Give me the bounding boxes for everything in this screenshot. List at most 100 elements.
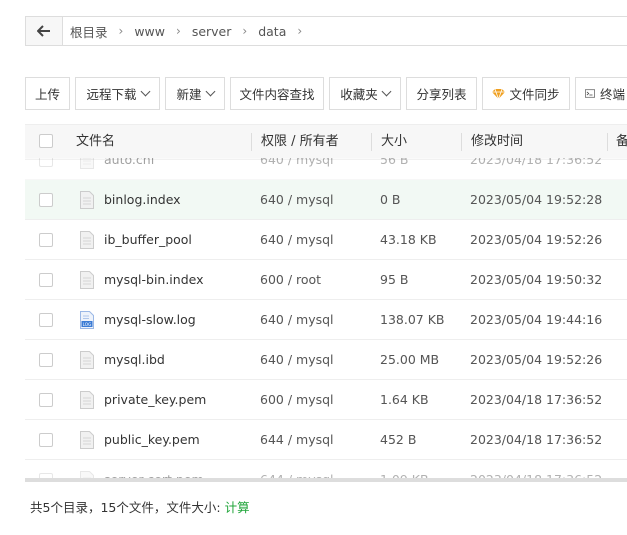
- remote-download-button[interactable]: 远程下载: [75, 77, 160, 110]
- file-modified-time: 2023/05/04 19:52:26: [470, 232, 603, 247]
- remote-download-label: 远程下载: [86, 87, 137, 102]
- column-header-permission[interactable]: 权限 / 所有者: [261, 125, 339, 159]
- file-name[interactable]: mysql-bin.index: [104, 260, 204, 300]
- row-checkbox[interactable]: [39, 233, 53, 247]
- back-button[interactable]: [26, 17, 63, 45]
- file-icon: [80, 231, 94, 249]
- file-name[interactable]: private_key.pem: [104, 380, 206, 420]
- file-modified-time: 2023/05/04 19:52:28: [470, 192, 603, 207]
- column-divider: [607, 133, 608, 151]
- table-row[interactable]: ib_buffer_pool 640 / mysql 43.18 KB 2023…: [25, 220, 627, 260]
- column-header-name[interactable]: 文件名: [76, 125, 115, 159]
- row-checkbox[interactable]: [39, 158, 53, 167]
- file-sync-button[interactable]: 文件同步: [482, 77, 570, 110]
- breadcrumb-root[interactable]: 根目录: [68, 22, 110, 41]
- table-row[interactable]: binlog.index 640 / mysql 0 B 2023/05/04 …: [25, 180, 627, 220]
- file-size: 25.00 MB: [380, 352, 440, 367]
- file-size: 138.07 KB: [380, 312, 445, 327]
- terminal-button[interactable]: 终端: [575, 77, 627, 110]
- file-name[interactable]: mysql.ibd: [104, 340, 165, 380]
- table-row[interactable]: mysql-bin.index 600 / root 95 B 2023/05/…: [25, 260, 627, 300]
- file-permission[interactable]: 640 / mysql: [260, 220, 334, 260]
- row-checkbox[interactable]: [39, 273, 53, 287]
- chevron-right-icon: ›: [176, 24, 181, 38]
- breadcrumb-server[interactable]: server: [190, 24, 234, 39]
- chevron-down-icon: [205, 86, 215, 97]
- file-name[interactable]: binlog.index: [104, 180, 181, 220]
- file-permission[interactable]: 644 / mysql: [260, 420, 334, 460]
- horizontal-scrollbar[interactable]: [25, 478, 627, 482]
- file-icon: [80, 391, 94, 409]
- file-modified-time: 2023/05/04 19:44:16: [470, 312, 603, 327]
- file-name[interactable]: mysql-slow.log: [104, 300, 196, 340]
- file-icon: [80, 351, 94, 369]
- row-checkbox[interactable]: [39, 433, 53, 447]
- table-row[interactable]: public_key.pem 644 / mysql 452 B 2023/04…: [25, 420, 627, 460]
- diamond-icon: [492, 88, 506, 99]
- calculate-size-link[interactable]: 计算: [225, 500, 250, 515]
- favorites-label: 收藏夹: [340, 87, 378, 102]
- file-size: 56 B: [380, 158, 409, 167]
- file-name[interactable]: public_key.pem: [104, 420, 200, 460]
- upload-label: 上传: [35, 87, 61, 102]
- chevron-down-icon: [381, 86, 392, 97]
- file-size: 0 B: [380, 192, 401, 207]
- table-row[interactable]: private_key.pem 600 / mysql 1.64 KB 2023…: [25, 380, 627, 420]
- column-header-modified[interactable]: 修改时间: [471, 125, 523, 159]
- favorites-button[interactable]: 收藏夹: [329, 77, 401, 110]
- file-permission[interactable]: 640 / mysql: [260, 158, 334, 180]
- file-permission[interactable]: 600 / mysql: [260, 380, 334, 420]
- chevron-right-icon: ›: [118, 24, 124, 38]
- new-button[interactable]: 新建: [165, 77, 225, 110]
- file-size: 452 B: [380, 432, 417, 447]
- upload-button[interactable]: 上传: [25, 77, 70, 110]
- file-modified-time: 2023/04/18 17:36:52: [470, 432, 603, 447]
- share-list-label: 分享列表: [416, 87, 467, 102]
- terminal-label: 终端: [599, 87, 625, 102]
- file-permission[interactable]: 640 / mysql: [260, 180, 334, 220]
- file-permission[interactable]: 640 / mysql: [260, 340, 334, 380]
- column-divider: [251, 133, 252, 151]
- file-list: auto.cnf 640 / mysql 56 B 2023/04/18 17:…: [25, 158, 627, 482]
- chevron-right-icon: ›: [297, 24, 303, 38]
- file-sync-label: 文件同步: [509, 87, 560, 102]
- file-icon: [80, 431, 94, 449]
- select-all-checkbox[interactable]: [39, 134, 53, 148]
- row-checkbox[interactable]: [39, 393, 53, 407]
- file-permission[interactable]: 640 / mysql: [260, 300, 334, 340]
- file-modified-time: 2023/04/18 17:36:52: [470, 158, 603, 167]
- file-size: 43.18 KB: [380, 232, 437, 247]
- share-list-button[interactable]: 分享列表: [406, 77, 477, 110]
- row-checkbox[interactable]: [39, 353, 53, 367]
- arrow-left-icon: [37, 25, 50, 37]
- file-modified-time: 2023/05/04 19:52:26: [470, 352, 603, 367]
- file-icon: [80, 158, 94, 169]
- row-checkbox[interactable]: [39, 193, 53, 207]
- chevron-right-icon: ›: [242, 24, 248, 38]
- file-name[interactable]: ib_buffer_pool: [104, 220, 192, 260]
- column-divider: [371, 133, 372, 151]
- file-permission[interactable]: 600 / root: [260, 260, 321, 300]
- terminal-icon: [585, 89, 595, 98]
- file-manager-panel: 根目录 › www › server › data › 上传 远程下载 新建 文…: [0, 0, 627, 535]
- new-label: 新建: [176, 87, 202, 102]
- content-search-button[interactable]: 文件内容查找: [230, 77, 324, 110]
- column-header-remark[interactable]: 备: [616, 125, 627, 159]
- table-row[interactable]: auto.cnf 640 / mysql 56 B 2023/04/18 17:…: [25, 158, 627, 180]
- file-size: 1.64 KB: [380, 392, 429, 407]
- file-name[interactable]: auto.cnf: [104, 158, 155, 180]
- toolbar: 上传 远程下载 新建 文件内容查找 收藏夹 分享列表 文件同步 终端: [25, 77, 627, 110]
- log-file-icon: LOG: [80, 311, 94, 329]
- column-header-size[interactable]: 大小: [381, 125, 407, 159]
- file-modified-time: 2023/05/04 19:50:32: [470, 272, 603, 287]
- column-divider: [461, 133, 462, 151]
- file-modified-time: 2023/04/18 17:36:52: [470, 392, 603, 407]
- chevron-down-icon: [140, 86, 150, 97]
- table-row[interactable]: LOG mysql-slow.log 640 / mysql 138.07 KB…: [25, 300, 627, 340]
- breadcrumb-www[interactable]: www: [132, 24, 167, 39]
- summary-text: 共5个目录，15个文件，文件大小:: [30, 500, 221, 515]
- content-search-label: 文件内容查找: [239, 87, 315, 102]
- breadcrumb-data[interactable]: data: [256, 24, 288, 39]
- table-row[interactable]: mysql.ibd 640 / mysql 25.00 MB 2023/05/0…: [25, 340, 627, 380]
- row-checkbox[interactable]: [39, 313, 53, 327]
